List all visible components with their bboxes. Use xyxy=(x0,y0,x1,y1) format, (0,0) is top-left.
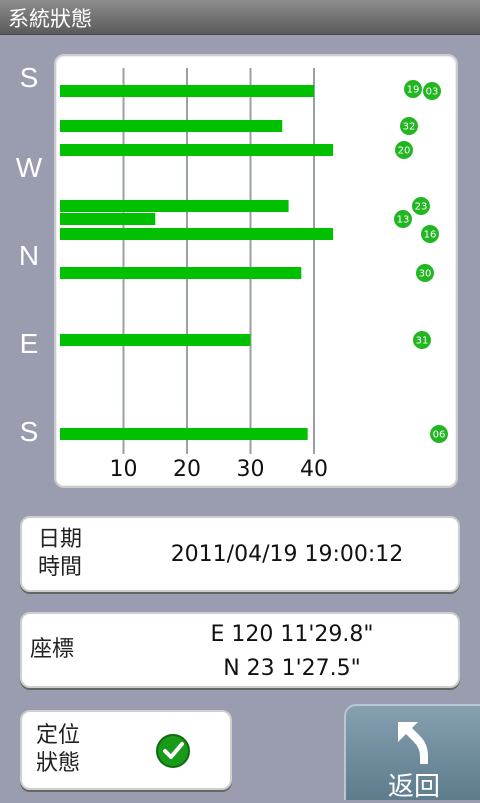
compass-label-south-top: S xyxy=(19,62,39,93)
coordinates-card: 座標 E 120 11'29.8" N 23 1'27.5" xyxy=(20,612,460,688)
back-arrow-icon xyxy=(398,722,428,764)
satellite-id-06: 06 xyxy=(433,430,446,441)
satellite-id-13: 13 xyxy=(397,215,410,226)
compass-label-east: E xyxy=(19,328,39,359)
satellite-id-30: 30 xyxy=(419,269,432,280)
back-button-label: 返回 xyxy=(387,772,440,802)
x-tick-label-40: 40 xyxy=(300,457,328,482)
satellite-id-16: 16 xyxy=(424,230,437,241)
signal-bar-30 xyxy=(60,267,302,279)
date-label: 日期 xyxy=(38,527,83,552)
datetime-value: 2011/04/19 19:00:12 xyxy=(170,542,404,567)
satellite-id-03: 03 xyxy=(426,87,439,98)
signal-bar-32 xyxy=(60,120,283,132)
signal-bar-06 xyxy=(60,428,308,440)
longitude-value: E 120 11'29.8" xyxy=(210,622,374,647)
datetime-card: 日期 時間 2011/04/19 19:00:12 xyxy=(20,516,460,592)
status-label-line1: 定位 xyxy=(36,723,81,748)
compass-label-north: N xyxy=(18,240,40,271)
signal-bar-19 xyxy=(60,85,314,97)
x-tick-label-10: 10 xyxy=(110,457,138,482)
compass-label-south-bottom: S xyxy=(19,416,39,447)
position-status-card: 定位 狀態 xyxy=(20,710,232,790)
time-label: 時間 xyxy=(38,555,83,580)
satellite-id-23: 23 xyxy=(415,202,428,213)
signal-bar-13 xyxy=(60,213,156,225)
satellite-id-19: 19 xyxy=(407,85,420,96)
checkmark-icon xyxy=(156,734,190,768)
compass-label-west: W xyxy=(15,152,43,183)
satellite-id-32: 32 xyxy=(403,122,416,133)
satellite-id-31: 31 xyxy=(416,336,429,347)
satellite-id-20: 20 xyxy=(398,146,411,157)
title-bar: 系統狀態 xyxy=(0,0,480,35)
back-button[interactable]: 返回 xyxy=(344,704,480,802)
signal-bar-16 xyxy=(60,228,334,240)
signal-bar-23 xyxy=(60,200,289,212)
signal-bar-31 xyxy=(60,334,251,346)
coordinates-label: 座標 xyxy=(30,637,75,662)
page-title: 系統狀態 xyxy=(8,7,92,31)
latitude-value: N 23 1'27.5" xyxy=(223,656,361,681)
satellite-signal-chart: 10 20 30 40 19 03 32 20 23 13 16 30 31 06 xyxy=(54,54,458,488)
position-status-label: 定位 狀態 xyxy=(36,722,80,778)
x-tick-label-20: 20 xyxy=(173,457,201,482)
signal-chart-svg: 10 20 30 40 19 03 32 20 23 13 16 30 31 06 xyxy=(60,68,448,482)
datetime-label: 日期 時間 xyxy=(38,526,82,582)
signal-bar-20 xyxy=(60,144,334,156)
x-tick-label-30: 30 xyxy=(237,457,265,482)
status-label-line2: 狀態 xyxy=(36,751,81,776)
